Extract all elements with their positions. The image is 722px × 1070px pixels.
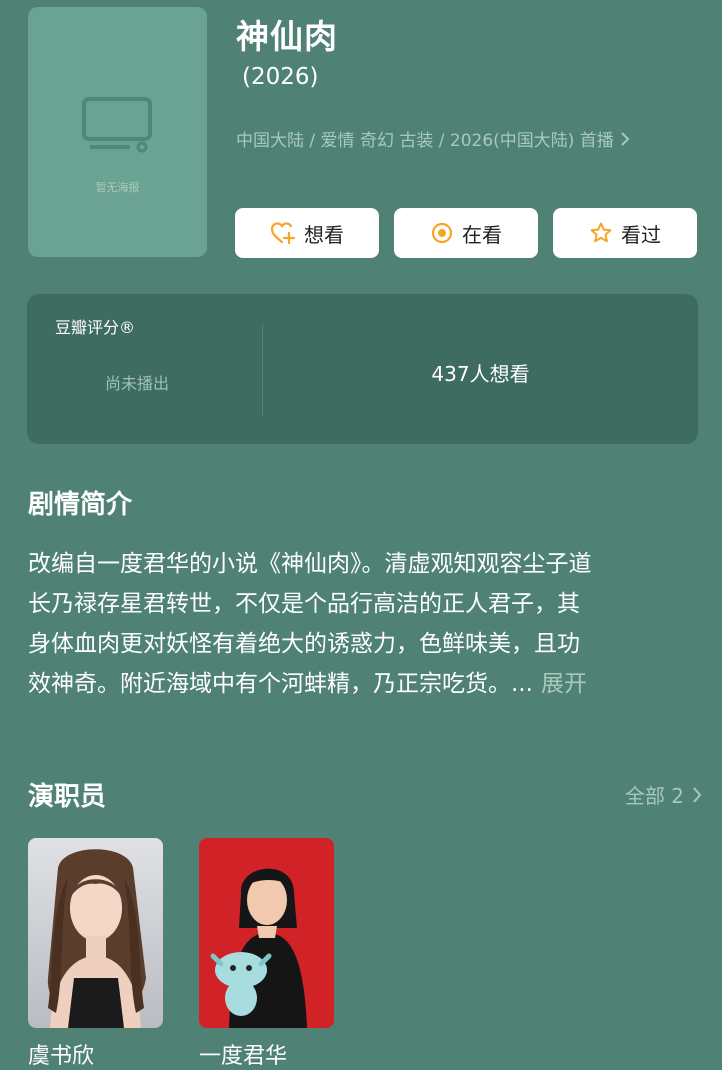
want-to-watch-button[interactable]: 想看	[235, 208, 379, 258]
rating-status: 尚未播出	[105, 374, 170, 393]
cast-all-link[interactable]: 全部 2	[625, 780, 702, 809]
tv-icon	[82, 97, 152, 153]
synopsis-line: 长乃禄存星君转世，不仅是个品行高洁的正人君子，其	[28, 591, 580, 617]
synopsis-heading: 剧情简介	[28, 490, 133, 520]
target-icon	[431, 222, 453, 244]
release-year: (2026)	[242, 64, 319, 90]
rating-panel[interactable]: 豆瓣评分® 尚未播出 437人想看	[27, 294, 698, 444]
expand-link[interactable]: 展开	[541, 671, 587, 697]
synopsis-line: 效神奇。附近海域中有个河蚌精，乃正宗吃货。...	[28, 671, 533, 697]
chevron-right-icon	[693, 786, 702, 803]
want-to-watch-label: 想看	[304, 222, 344, 247]
cast-photo-1[interactable]	[28, 838, 163, 1028]
meta-info-link[interactable]: 中国大陆 / 爱情 奇幻 古装 / 2026(中国大陆) 首播	[236, 126, 630, 151]
synopsis-line: 身体血肉更对妖怪有着绝大的诱惑力，色鲜味美，且功	[28, 631, 580, 657]
want-count: 437人想看	[431, 362, 530, 386]
rating-title: 豆瓣评分®	[55, 318, 136, 337]
poster-placeholder-text: 暂无海报	[95, 181, 140, 194]
watched-button[interactable]: 看过	[553, 208, 697, 258]
watching-label: 在看	[462, 222, 502, 247]
cast-portrait-image	[28, 838, 163, 1028]
meta-info-text: 中国大陆 / 爱情 奇幻 古装 / 2026(中国大陆) 首播	[236, 131, 614, 151]
poster-placeholder[interactable]: 暂无海报	[28, 7, 207, 257]
cast-heading: 演职员	[28, 782, 107, 812]
page-title: 神仙肉	[236, 17, 338, 56]
cast-name-2[interactable]: 一度君华	[199, 1038, 287, 1070]
cast-portrait-image	[199, 838, 334, 1028]
cast-photo-2[interactable]	[199, 838, 334, 1028]
cast-all-label: 全部 2	[624, 784, 684, 808]
cast-name-1[interactable]: 虞书欣	[28, 1038, 94, 1070]
heart-plus-icon	[270, 222, 296, 245]
chevron-right-icon	[621, 131, 630, 146]
star-icon	[590, 222, 612, 243]
synopsis-text: 改编自一度君华的小说《神仙肉》。清虚观知观容尘子道 长乃禄存星君转世，不仅是个品…	[28, 544, 698, 704]
watched-label: 看过	[621, 222, 661, 247]
synopsis-line: 改编自一度君华的小说《神仙肉》。清虚观知观容尘子道	[28, 551, 592, 577]
watching-button[interactable]: 在看	[394, 208, 538, 258]
synopsis-line-last: 效神奇。附近海域中有个河蚌精，乃正宗吃货。... 展开	[28, 664, 698, 704]
